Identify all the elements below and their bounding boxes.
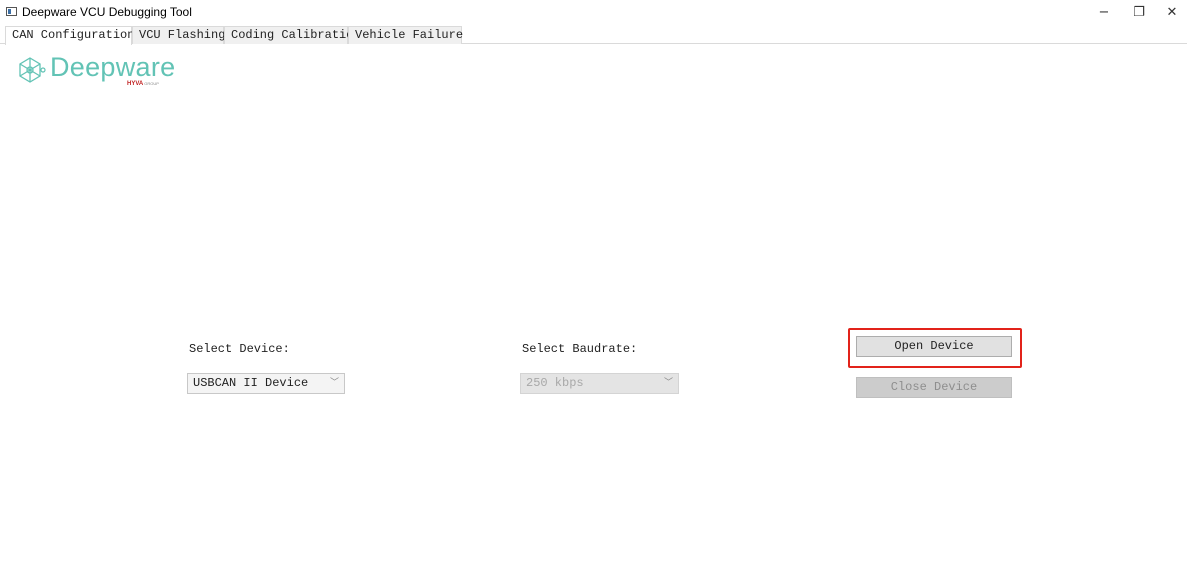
window-title: Deepware VCU Debugging Tool [22, 5, 192, 19]
app-icon [6, 7, 17, 16]
logo-group: GROUP [144, 81, 159, 86]
tab-coding-calibration[interactable]: Coding Calibration [224, 26, 361, 44]
open-device-button[interactable]: Open Device [856, 336, 1012, 357]
select-device-label: Select Device: [189, 342, 290, 356]
close-window-button[interactable]: ✕ [1157, 2, 1187, 24]
device-select[interactable]: USBCAN II Device ﹀ [187, 373, 345, 394]
title-bar: Deepware VCU Debugging Tool − ❐ ✕ [0, 0, 1187, 26]
close-device-button[interactable]: Close Device [856, 377, 1012, 398]
network-nodes-icon [19, 57, 46, 83]
logo-brand: Deepware [50, 52, 176, 82]
select-baudrate-label: Select Baudrate: [522, 342, 638, 356]
deepware-logo: Deepware HYVAGROUP [14, 52, 184, 92]
restore-button[interactable]: ❐ [1124, 2, 1154, 24]
device-select-value: USBCAN II Device [193, 376, 309, 390]
baudrate-select-value: 250 kbps [526, 376, 584, 390]
chevron-down-icon: ﹀ [663, 378, 673, 388]
baudrate-select[interactable]: 250 kbps ﹀ [520, 373, 679, 394]
minimize-button[interactable]: − [1089, 2, 1119, 24]
logo-hyva: HYVA [127, 81, 144, 87]
chevron-down-icon: ﹀ [329, 378, 339, 388]
tab-vcu-flashing[interactable]: VCU Flashing [132, 26, 225, 44]
tab-can-configuration[interactable]: CAN Configuration [5, 26, 134, 45]
tab-vehicle-failure[interactable]: Vehicle Failure [348, 26, 463, 44]
tab-bar: CAN Configuration VCU Flashing Coding Ca… [0, 26, 1187, 45]
logo-sub-brand: HYVAGROUP [127, 81, 159, 87]
